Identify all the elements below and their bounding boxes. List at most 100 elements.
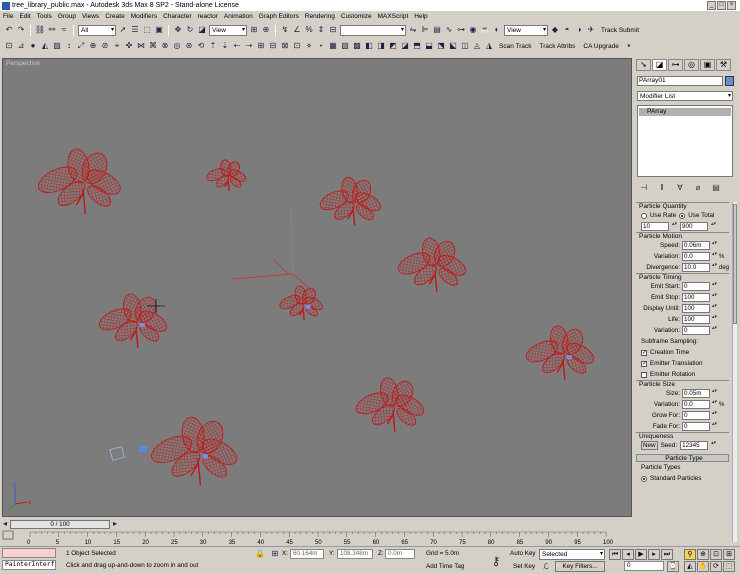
key-filter-icon[interactable]: ℒ (541, 562, 551, 572)
size-variation-spinner[interactable]: 0.0 (682, 400, 710, 409)
zoom-extents-all-icon[interactable]: ⊞ (723, 549, 735, 560)
motion-variation-spinner[interactable]: 0.0 (682, 252, 710, 261)
grow-for-spinner[interactable]: 0 (682, 411, 710, 420)
rate-spinner[interactable]: 10 (641, 222, 669, 231)
make-unique-icon[interactable]: ∀ (673, 183, 687, 192)
pan-icon[interactable]: ✋ (697, 561, 709, 572)
tool-b-icon[interactable]: ▨ (52, 41, 62, 51)
fade-for-spinner[interactable]: 0 (682, 422, 710, 431)
rollout-scroll-area[interactable]: Particle Quantity Use Rate Use Total 10 ▴… (634, 202, 731, 542)
z-coord-field[interactable]: 0.0m (385, 549, 415, 559)
tool-v-icon[interactable]: ⊡ (292, 41, 302, 51)
view-render-dropdown[interactable]: View (504, 24, 548, 36)
spinner-snap-icon[interactable]: ⇕ (316, 25, 326, 35)
tree-mesh[interactable] (317, 176, 383, 226)
edit-named-sel-icon[interactable]: ⊟ (328, 25, 338, 35)
curve-editor-icon[interactable]: ∿ (444, 25, 454, 35)
tool-ag-icon[interactable]: ⬓ (424, 41, 434, 51)
tool-e-icon[interactable]: ⊕ (88, 41, 98, 51)
time-prev-icon[interactable]: ◂ (0, 519, 10, 529)
manipulate-icon[interactable]: ⊕ (261, 25, 271, 35)
next-frame-icon[interactable]: ▸ (648, 549, 660, 560)
tree-mesh[interactable] (395, 236, 469, 292)
menu-customize[interactable]: Customize (341, 13, 372, 20)
object-color-swatch[interactable] (725, 76, 734, 86)
track-submit-icon[interactable]: ✈ (586, 25, 596, 35)
tool-ab-icon[interactable]: ◧ (364, 41, 374, 51)
particle-emitter[interactable] (232, 208, 314, 293)
command-panel-scrollbar[interactable] (732, 202, 737, 542)
ca-upgrade-button[interactable]: CA Upgrade (583, 43, 618, 50)
tree-mesh[interactable] (353, 376, 427, 432)
configure-sets-icon[interactable]: ▤ (709, 183, 723, 192)
hierarchy-tab-icon[interactable]: ⊶ (668, 59, 683, 71)
menu-graph-editors[interactable]: Graph Editors (259, 13, 299, 20)
tool-u-icon[interactable]: ⊠ (280, 41, 290, 51)
tool-al-icon[interactable]: ◮ (484, 41, 494, 51)
y-coord-field[interactable]: 108.348m (337, 549, 373, 559)
motion-tab-icon[interactable]: ◎ (684, 59, 699, 71)
tool-ai-icon[interactable]: ⬕ (448, 41, 458, 51)
modifier-list-dropdown[interactable]: Modifier List (637, 91, 733, 101)
select-by-name-icon[interactable]: ☰ (130, 25, 140, 35)
orbit-icon[interactable]: ⟳ (710, 561, 722, 572)
tool-f-icon[interactable]: ⊘ (100, 41, 110, 51)
render-scene-icon[interactable]: ☕ (480, 25, 490, 35)
undo-icon[interactable]: ↶ (4, 25, 14, 35)
snap-toggle-icon[interactable]: ↯ (280, 25, 290, 35)
pivot-center-icon[interactable]: ⊞ (249, 25, 259, 35)
selection-filter-dropdown[interactable]: All (78, 24, 116, 36)
tree-meshes[interactable] (35, 147, 597, 486)
align-icon[interactable]: ⊫ (420, 25, 430, 35)
mirror-icon[interactable]: ⇋ (408, 25, 418, 35)
menu-edit[interactable]: Edit (19, 13, 30, 20)
save-icon[interactable]: ▪ (624, 41, 634, 51)
set-key-icon[interactable]: ⚷ (488, 554, 504, 568)
tool-z-icon[interactable]: ▧ (340, 41, 350, 51)
material-editor-icon[interactable]: ◉ (468, 25, 478, 35)
tool-c-icon[interactable]: ↕ (64, 41, 74, 51)
key-filters-button[interactable]: Key Filters... (555, 561, 605, 572)
blue-selection-boxes[interactable] (109, 446, 147, 461)
tree-mesh[interactable] (278, 285, 325, 321)
minimize-button[interactable]: _ (707, 1, 716, 10)
new-seed-button[interactable]: New (641, 441, 658, 450)
schematic-view-icon[interactable]: ⊶ (456, 25, 466, 35)
unlink-icon[interactable]: ⚯ (47, 25, 57, 35)
use-total-radio[interactable] (679, 212, 686, 219)
tool-l-icon[interactable]: ◎ (172, 41, 182, 51)
bind-spacewarp-icon[interactable]: ≈ (59, 25, 69, 35)
menu-reactor[interactable]: reactor (198, 13, 218, 20)
display-until-spinner[interactable]: 100 (682, 304, 710, 313)
menu-help[interactable]: Help (414, 13, 427, 20)
show-end-result-icon[interactable]: ‖ (655, 183, 669, 192)
tool-ac-icon[interactable]: ◨ (376, 41, 386, 51)
zoom-all-icon[interactable]: ⊕ (697, 549, 709, 560)
maxscript-listener-red[interactable] (2, 548, 56, 558)
speed-spinner[interactable]: 0.06m (682, 241, 710, 250)
remove-modifier-icon[interactable]: ⌀ (691, 183, 705, 192)
creation-time-checkbox[interactable]: ✓ (641, 349, 647, 356)
scale-icon[interactable]: ◪ (197, 25, 207, 35)
tool-p-icon[interactable]: ⇣ (220, 41, 230, 51)
percent-snap-icon[interactable]: % (304, 25, 314, 35)
modify-tab-icon[interactable]: ◪ (652, 59, 667, 71)
tool-q-icon[interactable]: ⇠ (232, 41, 242, 51)
lock-selection-icon[interactable]: 🔒 (255, 549, 265, 559)
add-time-tag-button[interactable]: Add Time Tag (426, 562, 464, 572)
prev-frame-icon[interactable]: ◂ (622, 549, 634, 560)
emit-stop-spinner[interactable]: 100 (682, 293, 710, 302)
track-attribs-button[interactable]: Track Attribs (540, 43, 576, 50)
tool-m-icon[interactable]: ⊛ (184, 41, 194, 51)
tool-r-icon[interactable]: ⇢ (244, 41, 254, 51)
goto-end-icon[interactable]: ⏭ (661, 549, 673, 560)
render-last-icon[interactable]: ◆ (550, 25, 560, 35)
menu-group[interactable]: Group (58, 13, 76, 20)
tool-h-icon[interactable]: ✜ (124, 41, 134, 51)
menu-modifiers[interactable]: Modifiers (131, 13, 157, 20)
track-submit-label[interactable]: Track Submit (601, 27, 639, 34)
absolute-mode-icon[interactable]: ⊞ (270, 549, 280, 559)
create-tab-icon[interactable]: ➘ (636, 59, 651, 71)
camera-icon[interactable]: ⊡ (4, 41, 14, 51)
redo-icon[interactable]: ↷ (16, 25, 26, 35)
